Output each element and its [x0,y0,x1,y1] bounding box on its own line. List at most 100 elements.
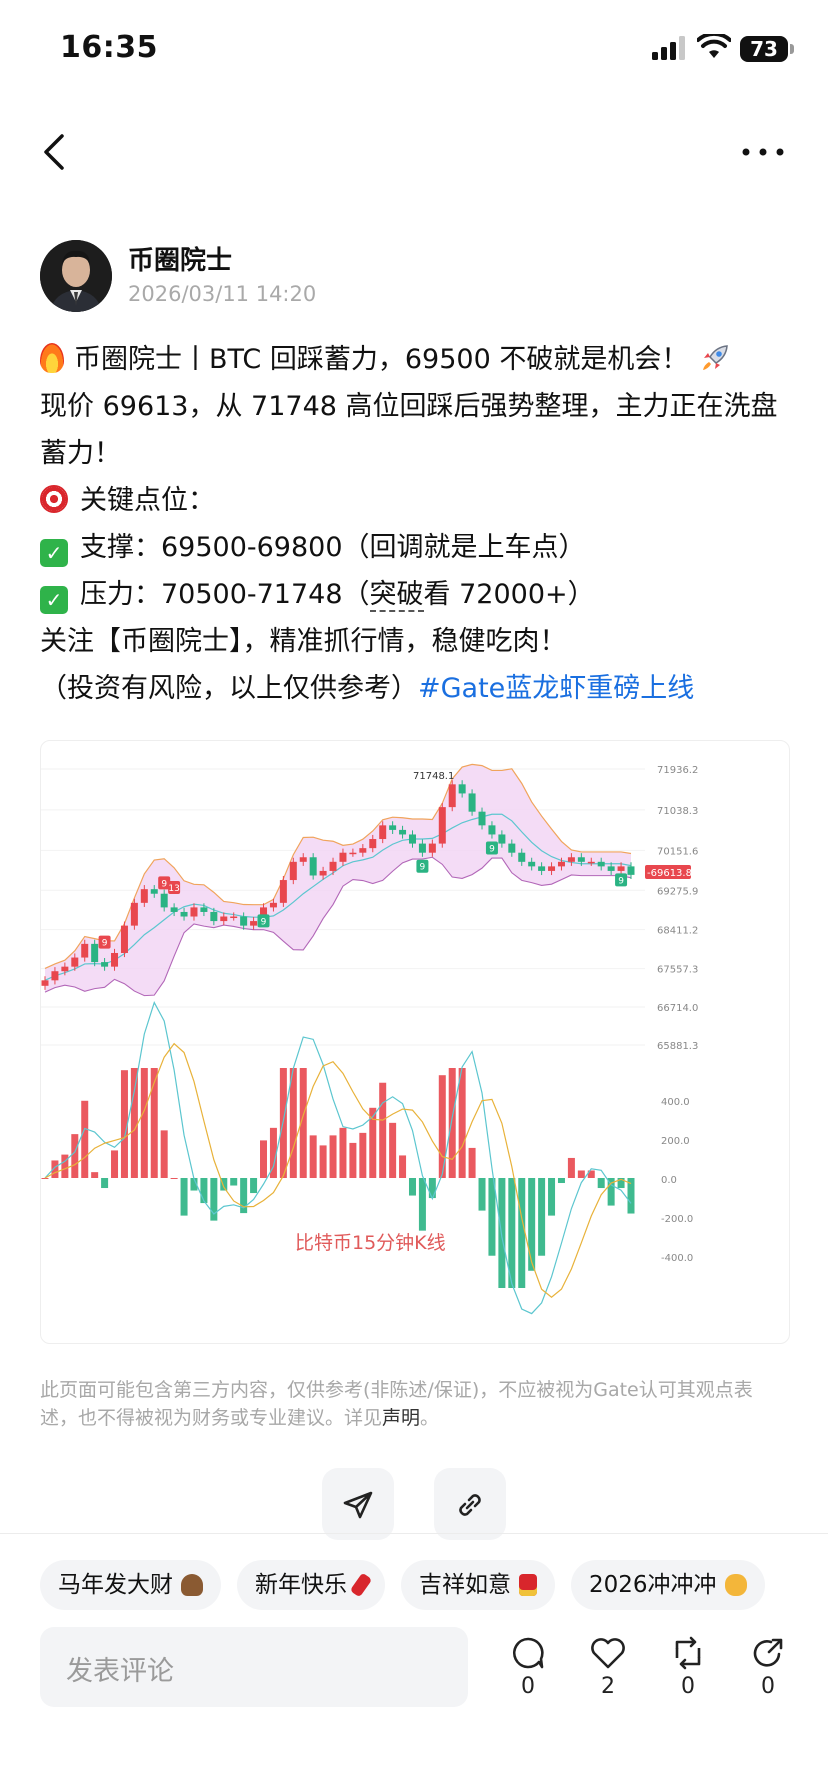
macd-bar [91,1172,99,1178]
check-icon: ✓ [40,586,68,614]
candle-body [170,907,178,912]
candle-body [41,980,49,986]
post-line-5: ✓ 压力：70500-71748（突破看 72000+） [40,571,800,618]
more-options-icon[interactable] [740,138,786,166]
statement-link[interactable]: 声明 [382,1407,420,1429]
bollinger-band-fill [45,764,631,996]
chip-jixiang[interactable]: 吉祥如意 [401,1560,555,1610]
candle-body [220,916,228,922]
price-tick-label: 68411.2 [657,926,698,937]
kline-chart: 99 139999 71936.271038.370151.669275.9684… [41,763,698,1315]
chip-2026[interactable]: 2026冲冲冲 [571,1560,765,1610]
macd-tick-label: -200.0 [661,1214,693,1225]
candle-body [448,784,456,808]
heart-icon [591,1638,625,1669]
macd-bar [577,1170,585,1178]
price-tick-label: 65881.3 [657,1041,698,1052]
comment-count-button[interactable]: 0 [503,1636,553,1699]
candle-body [111,952,119,967]
candle-body [120,925,128,953]
disclaimer: 此页面可能包含第三方内容，仅供参考(非陈述/保证)，不应被视为Gate认可其观点… [40,1379,753,1429]
candle-body [71,957,79,967]
macd-bar [170,1178,178,1179]
status-time: 16:35 [60,30,158,65]
candle-body [210,911,218,922]
send-icon [343,1491,373,1519]
candle-body [329,861,337,871]
candle-body [379,825,387,840]
macd-bar [399,1155,407,1178]
macd-bar [329,1135,337,1178]
candle-body [269,902,277,908]
post-line-7: （投资有风险，以上仅供参考）#Gate蓝龙虾重磅上线 [40,673,695,704]
comment-input[interactable]: 发表评论 [40,1627,468,1707]
macd-bar [260,1140,268,1178]
candle-body [627,866,635,875]
term-link[interactable]: 突破 [369,579,424,612]
macd-tick-label: 400.0 [661,1097,690,1108]
candle-body [389,825,397,830]
candle-body [61,966,69,972]
macd-tick-label: -400.0 [661,1253,693,1264]
macd-bar [200,1178,208,1204]
candle-body [91,943,99,963]
red-envelope-icon [519,1574,537,1596]
macd-tick-label: 0.0 [661,1175,677,1186]
macd-bar [557,1178,565,1184]
signal-marker-label: 9 [618,876,624,886]
rocket-icon [703,345,729,370]
macd-bar [339,1127,347,1178]
macd-bar [250,1178,258,1194]
post-content: 币圈院士丨BTC 回踩蓄力，69500 不破就是机会！ 现价 69613，从 7… [40,336,800,712]
copy-link-button[interactable] [434,1468,506,1540]
macd-bar [468,1147,476,1178]
wifi-icon [697,34,731,58]
signal-marker-label: 13 [168,884,179,894]
candle-body [349,852,357,855]
signal-marker-label: 9 [420,863,426,873]
send-button[interactable] [322,1468,394,1540]
candle-body [369,839,377,849]
fire-icon [40,343,64,373]
candle-body [587,861,595,864]
candle-body [140,889,148,903]
comment-icon [512,1637,544,1669]
candle-body [399,829,407,835]
candle-body [51,971,59,981]
chip-ma-nian[interactable]: 马年发大财 [40,1560,221,1610]
candle-body [250,921,258,926]
share-icon [753,1638,783,1667]
macd-bar [458,1068,466,1178]
chip-new-year[interactable]: 新年快乐 [237,1560,385,1610]
author-name[interactable]: 币圈院士 [128,240,232,277]
candle-body [101,962,109,967]
like-button[interactable]: 2 [583,1636,633,1699]
target-icon [40,485,68,513]
candle-body [597,861,605,867]
candle-body [418,843,426,853]
candle-body [478,811,486,826]
post-chart-image[interactable]: 9 9 13 9 9 9 9 71936.2 71038.3 70151.6 69275.9 684… [40,740,790,1344]
post-line-1: 币圈院士丨BTC 回踩蓄力，69500 不破就是机会！ [40,336,800,383]
candle-body [607,866,615,871]
back-button[interactable] [36,130,76,174]
post-line-6: 关注【币圈院士】，精准抓行情，稳健吃肉！ [40,626,567,657]
price-tick-label: 67557.3 [657,965,698,976]
repost-button[interactable]: 0 [663,1636,713,1699]
candle-body [359,848,367,853]
candle-body [438,807,446,844]
macd-bar [319,1145,327,1178]
candle-body [528,861,536,867]
candle-body [299,857,307,862]
macd-bar [408,1178,416,1196]
price-tick-label: 71038.3 [657,806,698,817]
macd-bar [478,1178,486,1211]
candle-body [309,857,317,876]
price-tick-label: 71936.2 [657,765,698,776]
hashtag-link[interactable]: #Gate蓝龙虾重磅上线 [418,673,694,704]
candle-body [289,861,297,881]
share-button[interactable]: 0 [743,1636,793,1699]
signal-icon [652,36,685,60]
avatar[interactable] [40,240,112,312]
fist-icon [724,1574,747,1596]
